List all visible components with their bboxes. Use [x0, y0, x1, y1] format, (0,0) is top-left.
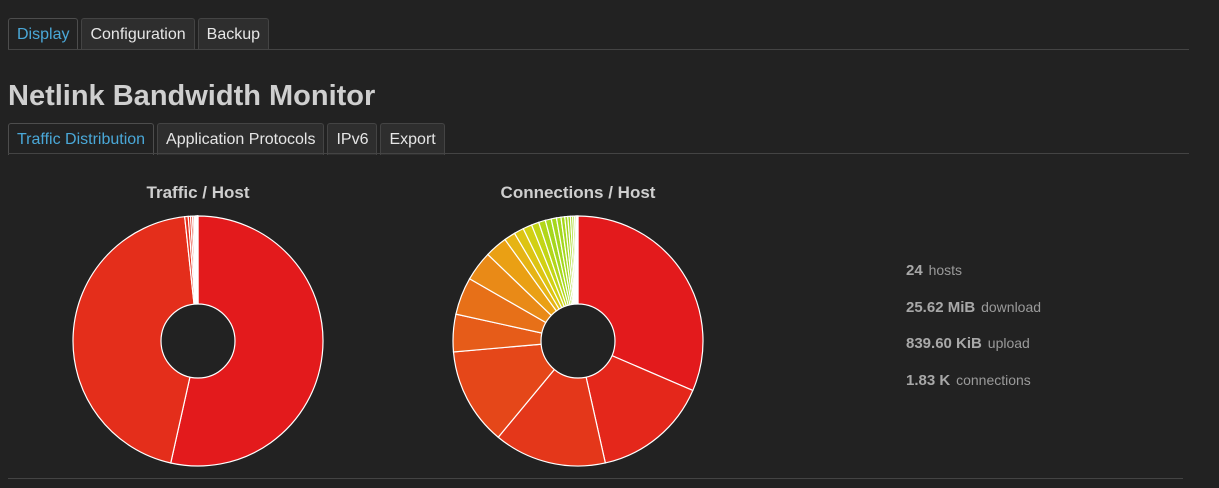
chart0-donut-hole [160, 303, 236, 379]
connections-host-pie-chart [452, 215, 704, 467]
hosts-stat: 24 hosts [906, 262, 963, 279]
upload-stat: 839.60 KiB upload [906, 335, 1030, 352]
tab-display[interactable]: Display [8, 18, 79, 50]
sub-tab-divider [8, 153, 1189, 154]
main-tab-bar: Display Configuration Backup [8, 18, 270, 50]
download-stat: 25.62 MiB download [906, 298, 1042, 316]
page-title: Netlink Bandwidth Monitor [8, 80, 376, 112]
footer-divider [8, 478, 1183, 479]
tab-ipv6[interactable]: IPv6 [327, 123, 378, 155]
traffic-host-pie-chart [72, 215, 324, 467]
connections-host-chart-title: Connections / Host [500, 183, 656, 202]
tab-export[interactable]: Export [380, 123, 445, 155]
connections-stat: 1.83 K connections [906, 371, 1031, 389]
traffic-summary: 24 hosts 25.62 MiB download 839.60 KiB u… [906, 262, 1041, 408]
tab-traffic-distribution[interactable]: Traffic Distribution [8, 123, 155, 155]
traffic-host-chart-title: Traffic / Host [146, 183, 250, 202]
sub-tab-bar: Traffic Distribution Application Protoco… [8, 123, 445, 155]
chart1-donut-hole [540, 303, 616, 379]
main-tab-divider [8, 49, 1189, 50]
tab-backup[interactable]: Backup [197, 18, 270, 50]
tab-configuration[interactable]: Configuration [81, 18, 195, 50]
tab-application-protocols[interactable]: Application Protocols [157, 123, 325, 155]
